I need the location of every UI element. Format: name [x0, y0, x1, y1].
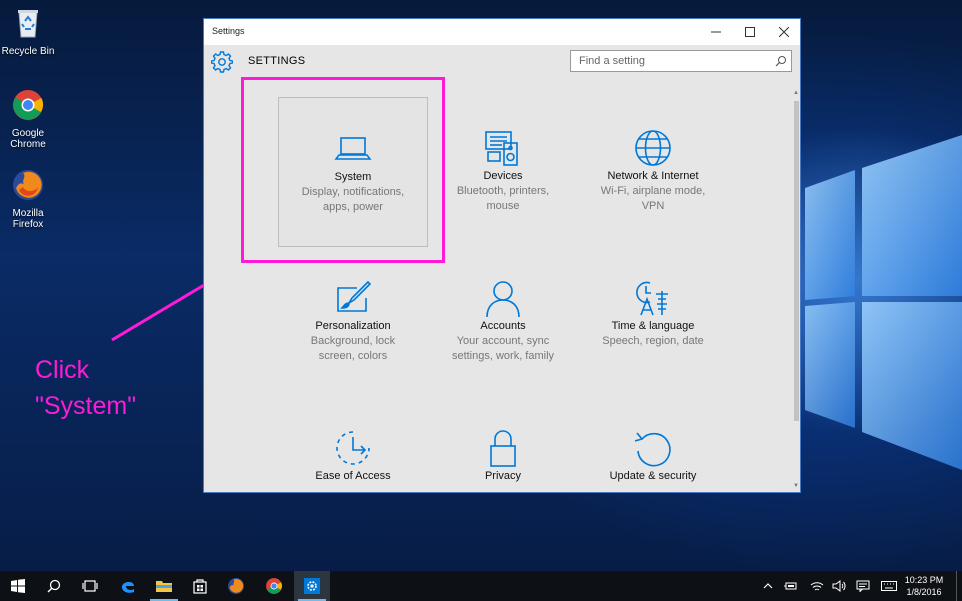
task-view-button[interactable] [72, 571, 108, 601]
taskbar-settings[interactable] [294, 571, 330, 601]
recycle-bin-icon [18, 10, 38, 38]
update-icon [634, 432, 671, 467]
wifi-icon [810, 582, 824, 591]
taskbar-file-explorer[interactable] [146, 571, 182, 601]
tile-description: Background, lock screen, colors [310, 335, 396, 362]
tile-title: Privacy [484, 470, 522, 482]
tray-keyboard[interactable] [878, 571, 900, 601]
tray-show-hidden[interactable] [760, 571, 776, 601]
tile-network-internet[interactable]: Network & Internet Wi-Fi, airplane mode,… [578, 97, 728, 247]
window-titlebar[interactable]: Settings [204, 19, 800, 45]
tile-privacy[interactable]: Privacy [428, 397, 578, 492]
annotation-highlight-box [241, 77, 445, 263]
maximize-icon [745, 27, 755, 37]
desktop-icon-label: Mozilla Firefox [12, 208, 44, 230]
search-icon [47, 579, 61, 593]
minimize-icon [711, 31, 721, 33]
minimize-button[interactable] [699, 19, 733, 45]
speaker-icon [832, 580, 846, 592]
page-title: SETTINGS [248, 55, 306, 67]
chevron-up-icon [763, 583, 773, 589]
search-box[interactable] [570, 50, 792, 72]
vertical-scrollbar[interactable]: ▲ ▼ [792, 87, 800, 492]
tray-network[interactable] [808, 571, 826, 601]
battery-plug-icon [784, 582, 797, 590]
show-desktop-button[interactable] [956, 571, 962, 601]
desktop-icon-mozilla-firefox[interactable]: Mozilla Firefox [0, 168, 56, 230]
desktop-icon-google-chrome[interactable]: Google Chrome [0, 88, 56, 150]
tile-description: Your account, sync settings, work, famil… [451, 335, 555, 362]
scrollbar-thumb[interactable] [794, 101, 799, 421]
tile-update-security[interactable]: Update & security [578, 397, 728, 492]
desktop-icon-label: Recycle Bin [1, 46, 55, 57]
scroll-down-arrow[interactable]: ▼ [792, 482, 800, 490]
scroll-up-arrow[interactable]: ▲ [792, 89, 800, 97]
edge-icon [122, 581, 134, 593]
tile-title: Network & Internet [607, 170, 699, 182]
maximize-button[interactable] [733, 19, 767, 45]
tile-ease-of-access[interactable]: Ease of Access [278, 397, 428, 492]
tile-title: Personalization [315, 320, 391, 332]
store-icon [193, 579, 207, 594]
folder-icon [156, 581, 172, 592]
chrome-icon [13, 90, 43, 120]
firefox-icon [13, 170, 43, 200]
annotation-instruction: Click "System" [35, 356, 137, 420]
search-button[interactable] [36, 571, 72, 601]
tile-title: Devices [483, 170, 523, 182]
tile-title: Accounts [480, 320, 526, 332]
close-button[interactable] [767, 19, 800, 45]
person-icon [486, 281, 520, 318]
taskbar-edge[interactable] [110, 571, 146, 601]
devices-icon [485, 131, 518, 166]
tray-volume[interactable] [830, 571, 848, 601]
tile-description: Bluetooth, printers, mouse [456, 185, 550, 212]
start-button[interactable] [0, 571, 36, 601]
tile-title: Ease of Access [315, 470, 391, 482]
tile-accounts[interactable]: Accounts Your account, sync settings, wo… [428, 247, 578, 397]
ease-of-access-icon [336, 431, 370, 465]
search-icon[interactable] [775, 55, 787, 67]
globe-icon [635, 130, 671, 166]
time-language-icon [636, 281, 668, 316]
notifications-icon [856, 580, 870, 592]
taskbar-store[interactable] [182, 571, 218, 601]
paintbrush-icon [337, 280, 372, 312]
gear-icon [211, 51, 233, 73]
lock-icon [490, 430, 516, 467]
gear-icon [304, 578, 320, 594]
window-title: Settings [212, 26, 245, 36]
taskbar: 10:23 PM 1/8/2016 [0, 571, 962, 601]
desktop: Recycle Bin Google Chrome Mozilla Firefo… [0, 0, 962, 571]
taskbar-firefox[interactable] [218, 571, 254, 601]
task-view-icon [82, 580, 98, 592]
tile-title: Update & security [609, 470, 697, 482]
keyboard-icon [881, 581, 897, 591]
taskbar-chrome[interactable] [256, 571, 292, 601]
tile-description: Wi-Fi, airplane mode, VPN [600, 185, 706, 212]
tile-description: Speech, region, date [602, 335, 704, 347]
firefox-icon [228, 578, 244, 594]
tray-action-center[interactable] [854, 571, 872, 601]
chrome-icon [266, 578, 282, 594]
clock-date: 1/8/2016 [906, 587, 942, 597]
close-icon [779, 27, 789, 37]
search-input[interactable] [571, 51, 775, 71]
desktop-icon-recycle-bin[interactable]: Recycle Bin [0, 6, 56, 57]
windows-start-icon [11, 579, 25, 593]
tile-personalization[interactable]: Personalization Background, lock screen,… [278, 247, 428, 397]
clock-time: 10:23 PM [904, 575, 944, 585]
tile-title: Time & language [611, 320, 695, 332]
taskbar-clock[interactable]: 10:23 PM 1/8/2016 [904, 574, 944, 598]
tile-devices[interactable]: Devices Bluetooth, printers, mouse [428, 97, 578, 247]
desktop-icon-label: Google Chrome [10, 128, 46, 150]
tray-power[interactable] [782, 571, 800, 601]
tile-time-language[interactable]: Time & language Speech, region, date [578, 247, 728, 397]
